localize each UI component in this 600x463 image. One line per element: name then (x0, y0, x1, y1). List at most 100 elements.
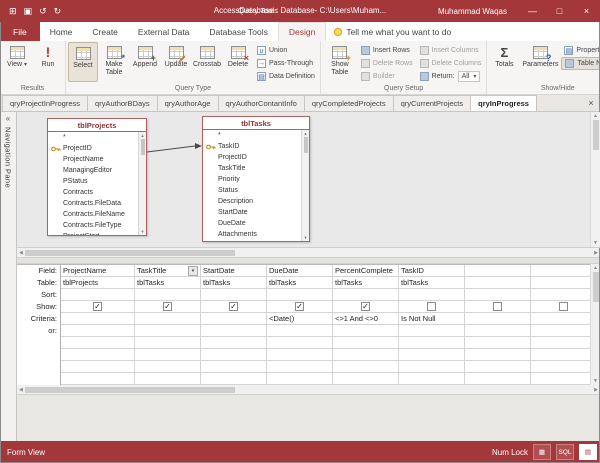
empty-cell[interactable] (61, 373, 135, 385)
empty-cell[interactable] (135, 373, 201, 385)
field-cell[interactable]: PercentComplete (333, 265, 399, 277)
field-cell[interactable] (465, 265, 531, 277)
show-checkbox[interactable]: ✓ (93, 302, 102, 311)
or-cell[interactable] (333, 325, 399, 337)
empty-cell[interactable] (267, 361, 333, 373)
table-cell[interactable]: tblTasks (201, 277, 267, 289)
scroll-thumb[interactable] (304, 137, 308, 153)
empty-cell[interactable] (61, 349, 135, 361)
table-cell[interactable]: tblProjects (61, 277, 135, 289)
scroll-down-icon[interactable]: ▼ (141, 229, 145, 234)
show-checkbox[interactable]: ✓ (163, 302, 172, 311)
empty-cell[interactable] (465, 373, 531, 385)
empty-cell[interactable] (201, 361, 267, 373)
save-icon[interactable]: ▣ (24, 0, 33, 22)
empty-cell[interactable] (531, 349, 590, 361)
field-cell-selected[interactable]: TaskTitle▾ (135, 265, 201, 277)
field-item[interactable]: Attachments (203, 229, 301, 240)
query-tab[interactable]: qryAuthorAge (157, 95, 219, 111)
sort-cell[interactable] (465, 289, 531, 301)
empty-cell[interactable] (399, 361, 465, 373)
pass-through-button[interactable]: →Pass-Through (254, 57, 318, 70)
navigation-pane-collapsed[interactable]: « Navigation Pane (0, 112, 17, 441)
update-button[interactable]: Update (161, 42, 191, 82)
criteria-cell[interactable] (201, 313, 267, 325)
or-cell[interactable] (465, 325, 531, 337)
field-item[interactable]: PStatus (48, 176, 138, 187)
field-item[interactable]: ManagingEditor (48, 165, 138, 176)
builder-button[interactable]: Builder (358, 70, 416, 83)
sort-cell[interactable] (333, 289, 399, 301)
sort-cell[interactable] (61, 289, 135, 301)
field-item[interactable]: TaskID (203, 141, 301, 152)
scroll-up-icon[interactable]: ▲ (593, 265, 598, 271)
return-dropdown[interactable]: All▾ (458, 71, 481, 82)
sort-cell[interactable] (399, 289, 465, 301)
maximize-button[interactable]: □ (546, 0, 573, 22)
empty-cell[interactable] (267, 337, 333, 349)
table-cell[interactable]: tblTasks (135, 277, 201, 289)
grid-horizontal-scrollbar[interactable]: ◀ ▶ (17, 385, 600, 395)
empty-cell[interactable] (267, 373, 333, 385)
redo-icon[interactable]: ↻ (54, 0, 62, 22)
totals-button[interactable]: Σ Totals (489, 42, 519, 82)
close-tab-icon[interactable]: × (582, 98, 600, 108)
empty-cell[interactable] (135, 361, 201, 373)
view-button[interactable]: View ▾ (2, 42, 32, 82)
query-tab[interactable]: qryAuthorContantInfo (218, 95, 305, 111)
empty-cell[interactable] (465, 361, 531, 373)
access-app-icon[interactable]: ⊞ (9, 0, 17, 22)
query-tab[interactable]: qryProjectInProgress (2, 95, 88, 111)
sort-cell[interactable] (267, 289, 333, 301)
empty-cell[interactable] (61, 337, 135, 349)
field-cell[interactable]: TaskID (399, 265, 465, 277)
tab-design[interactable]: Design (278, 22, 326, 41)
show-checkbox[interactable] (427, 302, 436, 311)
empty-cell[interactable] (333, 373, 399, 385)
empty-cell[interactable] (333, 337, 399, 349)
grid-vertical-scrollbar[interactable]: ▲ ▼ (590, 264, 600, 385)
empty-cell[interactable] (333, 361, 399, 373)
property-sheet-button[interactable]: ▤Property Sheet (561, 44, 600, 57)
empty-cell[interactable] (201, 337, 267, 349)
table-scrollbar[interactable]: ▲ ▼ (138, 132, 146, 235)
union-button[interactable]: ∪Union (254, 44, 318, 57)
scroll-thumb[interactable] (593, 272, 599, 302)
field-item[interactable]: StartDate (203, 207, 301, 218)
empty-cell[interactable] (267, 349, 333, 361)
field-item[interactable]: Contracts.FileName (48, 209, 138, 220)
scroll-up-icon[interactable]: ▲ (304, 131, 308, 136)
design-vertical-scrollbar[interactable]: ▲ ▼ (590, 112, 600, 247)
empty-cell[interactable] (531, 373, 590, 385)
criteria-cell[interactable]: Is Not Null (399, 313, 465, 325)
sql-view-icon[interactable]: SQL (556, 444, 574, 460)
or-cell[interactable] (267, 325, 333, 337)
data-definition-button[interactable]: ▤Data Definition (254, 70, 318, 83)
table-names-button[interactable]: Table Names (561, 57, 600, 70)
scroll-thumb[interactable] (593, 120, 599, 150)
query-tab[interactable]: qryCompletedProjects (304, 95, 394, 111)
criteria-cell[interactable]: <Date() (267, 313, 333, 325)
empty-cell[interactable] (531, 361, 590, 373)
field-item[interactable]: ProjectID (48, 143, 138, 154)
empty-cell[interactable] (201, 373, 267, 385)
or-cell[interactable] (135, 325, 201, 337)
field-item[interactable]: Status (203, 185, 301, 196)
delete-columns-button[interactable]: Delete Columns (417, 57, 485, 70)
query-tab[interactable]: qryCurrentProjects (393, 95, 472, 111)
design-horizontal-scrollbar[interactable]: ◀ ▶ (17, 248, 600, 258)
or-cell[interactable] (201, 325, 267, 337)
scroll-thumb[interactable] (25, 250, 235, 256)
criteria-cell[interactable] (135, 313, 201, 325)
criteria-cell[interactable]: <>1 And <>0 (333, 313, 399, 325)
show-checkbox[interactable]: ✓ (229, 302, 238, 311)
criteria-cell[interactable] (531, 313, 590, 325)
undo-icon[interactable]: ↺ (39, 0, 47, 22)
scroll-left-icon[interactable]: ◀ (19, 387, 23, 393)
field-list-tblprojects[interactable]: tblProjects * ProjectID ProjectName Mana… (47, 118, 147, 236)
parameters-button[interactable]: ? Parameters (520, 42, 560, 82)
scroll-down-icon[interactable]: ▼ (593, 240, 598, 246)
scroll-up-icon[interactable]: ▲ (593, 113, 598, 119)
sort-cell[interactable] (135, 289, 201, 301)
tell-me-box[interactable]: Tell me what you want to do (334, 22, 451, 41)
